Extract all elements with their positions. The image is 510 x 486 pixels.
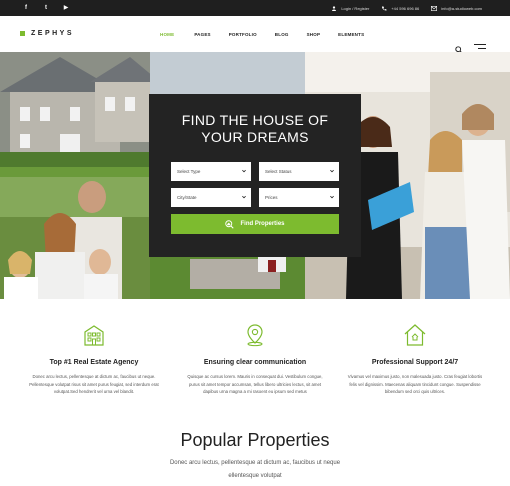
find-properties-button[interactable]: Find Properties (171, 214, 339, 234)
twitter-icon[interactable]: t (42, 5, 50, 11)
chevron-down-icon (242, 169, 246, 173)
phone-icon (382, 6, 387, 11)
site-logo[interactable]: ZEPHYS (20, 30, 74, 37)
popular-properties-section: Popular Properties Donec arcu lectus, pe… (0, 430, 510, 483)
feature-support: Professional Support 24/7 Vivamus vel ma… (345, 323, 485, 396)
login-register-label: Login / Register (341, 5, 370, 11)
section-subtitle-line1: Donec arcu lectus, pellentesque at dictu… (169, 460, 341, 466)
phone-number: +44 596 696 86 (391, 5, 420, 11)
nav-item-pages[interactable]: PAGES (194, 32, 210, 37)
feature-description: Vivamus vel maximus justo, non malesuada… (347, 374, 483, 394)
nav-item-shop[interactable]: SHOP (307, 32, 321, 37)
chevron-down-icon (242, 195, 246, 199)
house-icon (404, 324, 426, 346)
feature-title: Top #1 Real Estate Agency (49, 359, 139, 366)
select-type-dropdown[interactable]: Select Type (171, 162, 251, 181)
contact-info: Login / Register +44 596 696 86 info@a-s… (331, 0, 482, 16)
logo-mark-icon (20, 31, 25, 36)
nav-item-home[interactable]: HOME (160, 32, 174, 37)
feature-title: Professional Support 24/7 (371, 359, 459, 366)
feature-description: Quisque ac cursus lorem. Mauris in conse… (187, 374, 323, 394)
logo-text: ZEPHYS (31, 30, 75, 37)
hero-title: FIND THE HOUSE OF YOUR DREAMS (149, 112, 361, 146)
select-status-dropdown[interactable]: Select Status (259, 162, 339, 181)
top-bar: f t ▶ Login / Register +44 596 696 86 in… (0, 0, 510, 16)
hero-title-line2: YOUR DREAMS (201, 129, 309, 145)
search-house-icon (225, 219, 235, 229)
select-status-label: Select Status (265, 169, 292, 174)
hero-title-line1: FIND THE HOUSE OF (181, 112, 329, 128)
user-icon (332, 5, 337, 11)
feature-description: Donec arcu lectus, pellentesque at dictu… (29, 374, 159, 394)
envelope-icon (431, 5, 438, 11)
nav-item-portfolio[interactable]: PORTFOLIO (229, 32, 257, 37)
chevron-down-icon (330, 195, 334, 199)
section-subtitle-line2: ellentesque volutpat (228, 473, 282, 479)
location-pin-icon (247, 324, 263, 347)
property-search-panel: FIND THE HOUSE OF YOUR DREAMS Select Typ… (149, 94, 361, 257)
city-state-dropdown[interactable]: City/State (171, 188, 251, 207)
email-contact[interactable]: info@a-studioweb.com (431, 6, 482, 11)
feature-top-agency: Top #1 Real Estate Agency Donec arcu lec… (24, 323, 164, 396)
login-register-link[interactable]: Login / Register (331, 6, 369, 11)
nav-item-blog[interactable]: BLOG (275, 32, 289, 37)
facebook-icon[interactable]: f (22, 5, 30, 11)
social-links: f t ▶ (22, 5, 70, 11)
find-properties-label: Find Properties (240, 221, 285, 227)
prices-dropdown[interactable]: Prices (259, 188, 339, 207)
feature-communication: Ensuring clear communication Quisque ac … (185, 323, 325, 396)
youtube-icon[interactable]: ▶ (62, 5, 70, 11)
phone-contact[interactable]: +44 596 696 86 (381, 6, 419, 11)
chevron-down-icon (330, 169, 334, 173)
building-icon (84, 325, 104, 346)
feature-title: Ensuring clear communication (203, 359, 307, 366)
nav-menu: HOME PAGES PORTFOLIO BLOG SHOP ELEMENTS (160, 32, 364, 37)
city-state-label: City/State (177, 195, 197, 200)
main-navigation: ZEPHYS HOME PAGES PORTFOLIO BLOG SHOP EL… (0, 16, 510, 54)
nav-item-elements[interactable]: ELEMENTS (338, 32, 364, 37)
section-subtitle: Donec arcu lectus, pellentesque at dictu… (0, 457, 510, 483)
prices-label: Prices (265, 195, 278, 200)
section-title: Popular Properties (180, 430, 330, 450)
select-type-label: Select Type (177, 169, 201, 174)
email-address: info@a-studioweb.com (441, 5, 482, 11)
